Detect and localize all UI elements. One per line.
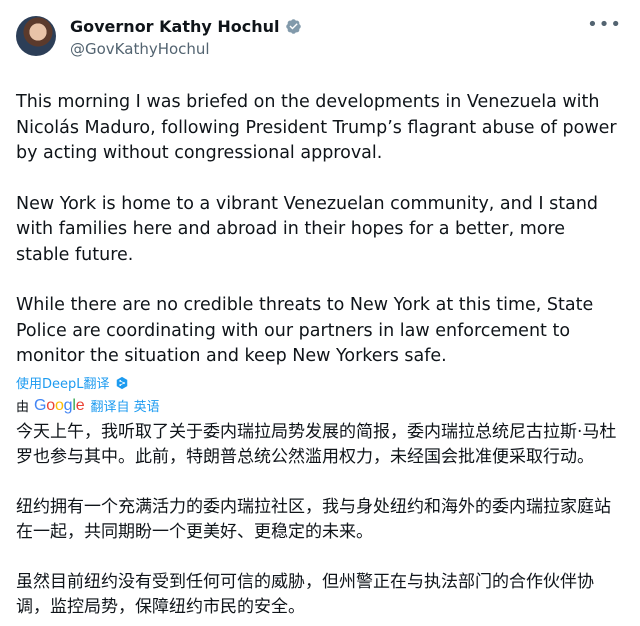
- display-name[interactable]: Governor Kathy Hochul: [70, 17, 280, 36]
- tweet-card: Governor Kathy Hochul @GovKathyHochul ••…: [0, 0, 640, 626]
- more-options-icon[interactable]: •••: [587, 16, 622, 34]
- deepl-translate-link[interactable]: 使用DeepL翻译: [16, 373, 110, 392]
- translated-paragraph: 今天上午，我听取了关于委内瑞拉局势发展的简报，委内瑞拉总统尼古拉斯·马杜罗也参与…: [16, 421, 617, 468]
- tweet-paragraph: This morning I was briefed on the develo…: [16, 92, 617, 163]
- tweet-paragraph: New York is home to a vibrant Venezuelan…: [16, 193, 599, 265]
- tweet-paragraph: While there are no credible threats to N…: [16, 295, 594, 366]
- avatar[interactable]: [16, 16, 56, 56]
- translated-paragraph: 纽约拥有一个充满活力的委内瑞拉社区，我与身处纽约和海外的委内瑞拉家庭站在一起，共…: [16, 496, 611, 543]
- translated-text: 今天上午，我听取了关于委内瑞拉局势发展的简报，委内瑞拉总统尼古拉斯·马杜罗也参与…: [16, 420, 622, 621]
- handle[interactable]: @GovKathyHochul: [70, 40, 302, 58]
- name-row: Governor Kathy Hochul: [70, 14, 302, 38]
- deepl-translate-row: 使用DeepL翻译: [16, 373, 622, 393]
- google-logo: Google: [34, 396, 85, 414]
- translated-from-link[interactable]: 翻译自 英语: [90, 396, 159, 415]
- translated-paragraph: 虽然目前纽约没有受到任何可信的威胁，但州警正在与执法部门的合作伙伴协调，监控局势…: [16, 571, 594, 618]
- tweet-header: Governor Kathy Hochul @GovKathyHochul ••…: [16, 14, 622, 66]
- tweet-text: This morning I was briefed on the develo…: [16, 90, 622, 370]
- by-label: 由: [16, 400, 30, 415]
- deepl-icon: [116, 376, 127, 389]
- author-names: Governor Kathy Hochul @GovKathyHochul: [70, 14, 302, 58]
- translation-attribution: 由 Google 翻译自 英语: [16, 396, 622, 416]
- verified-badge-icon: [285, 18, 301, 34]
